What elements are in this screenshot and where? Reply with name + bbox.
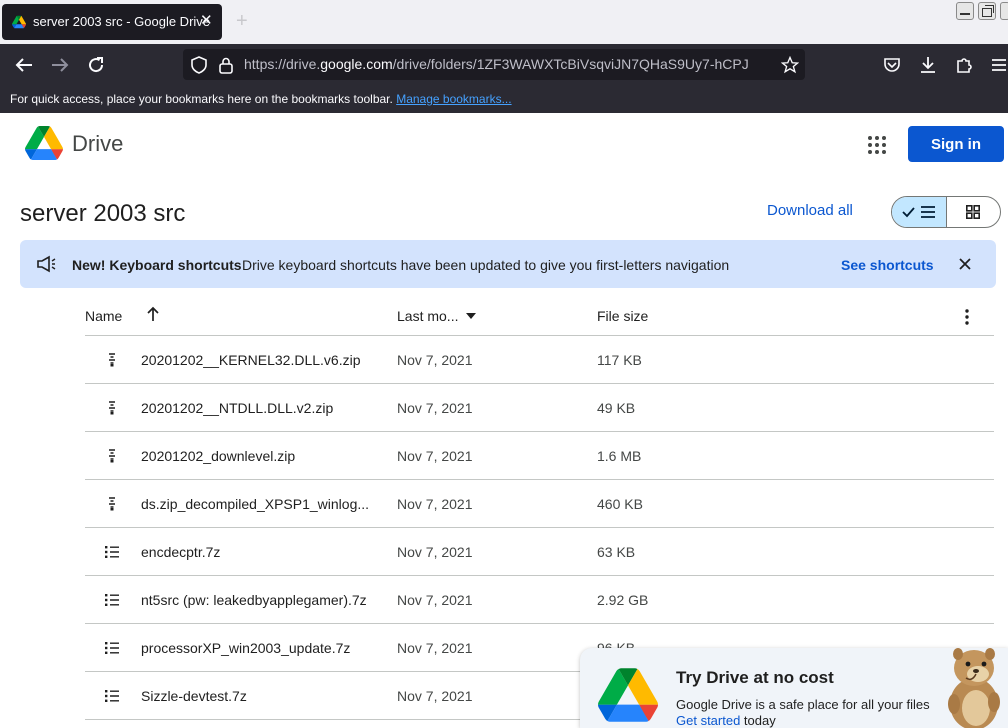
file-size: 1.6 MB bbox=[597, 448, 642, 464]
file-name[interactable]: nt5src (pw: leakedbyapplegamer).7z bbox=[141, 592, 367, 608]
tab-close-icon[interactable]: ✕ bbox=[200, 11, 213, 29]
file-name[interactable]: 20201202__NTDLL.DLL.v2.zip bbox=[141, 400, 333, 416]
column-header-name[interactable]: Name bbox=[85, 308, 122, 324]
file-modified-date: Nov 7, 2021 bbox=[397, 592, 473, 608]
file-name[interactable]: 20201202__KERNEL32.DLL.v6.zip bbox=[141, 352, 361, 368]
banner-heading: New! Keyboard shortcuts bbox=[72, 257, 242, 273]
file-modified-date: Nov 7, 2021 bbox=[397, 448, 473, 464]
sign-in-button[interactable]: Sign in bbox=[908, 126, 1004, 162]
get-started-link[interactable]: Get started bbox=[676, 713, 740, 728]
hamster-mascot-image bbox=[948, 648, 1000, 728]
reload-icon[interactable] bbox=[84, 44, 108, 86]
promo-body: Google Drive is a safe place for all you… bbox=[676, 697, 930, 712]
archive-list-icon bbox=[104, 545, 120, 559]
file-modified-date: Nov 7, 2021 bbox=[397, 496, 473, 512]
url-text[interactable]: https://drive.google.com/drive/folders/1… bbox=[244, 56, 749, 72]
file-modified-date: Nov 7, 2021 bbox=[397, 688, 473, 704]
row-divider bbox=[85, 431, 994, 432]
close-icon[interactable] bbox=[955, 254, 975, 274]
row-divider bbox=[85, 527, 994, 528]
close-window-button[interactable] bbox=[1000, 2, 1008, 20]
file-size: 63 KB bbox=[597, 544, 636, 560]
row-divider bbox=[85, 479, 994, 480]
file-name[interactable]: 20201202_downlevel.zip bbox=[141, 448, 295, 464]
zip-icon bbox=[104, 353, 120, 367]
file-size: 49 KB bbox=[597, 400, 636, 416]
column-header-file-size[interactable]: File size bbox=[597, 308, 648, 324]
url-path: /drive/folders/1ZF3WAWXTcBiVsqviJN7QHaS9… bbox=[392, 56, 749, 72]
row-divider bbox=[85, 383, 994, 384]
promo-title: Try Drive at no cost bbox=[676, 668, 834, 687]
menu-hamburger-icon[interactable] bbox=[990, 44, 1008, 86]
drive-favicon-icon bbox=[12, 15, 26, 29]
list-view-button[interactable] bbox=[892, 197, 947, 227]
extensions-puzzle-icon[interactable] bbox=[952, 44, 976, 86]
column-header-last-modified[interactable]: Last mo... bbox=[397, 308, 458, 324]
forward-arrow-icon[interactable] bbox=[48, 44, 72, 86]
downloads-icon[interactable] bbox=[916, 44, 940, 86]
bookmark-star-icon[interactable] bbox=[779, 44, 801, 86]
file-modified-date: Nov 7, 2021 bbox=[397, 544, 473, 560]
file-modified-date: Nov 7, 2021 bbox=[397, 352, 473, 368]
file-name[interactable]: ds.zip_decompiled_XPSP1_winlog... bbox=[141, 496, 369, 512]
file-size: 460 KB bbox=[597, 496, 643, 512]
sort-up-arrow-icon[interactable] bbox=[146, 306, 160, 322]
file-name[interactable]: encdecptr.7z bbox=[141, 544, 220, 560]
zip-icon bbox=[104, 497, 120, 511]
archive-list-icon bbox=[104, 689, 120, 703]
tab-title: server 2003 src - Google Drive bbox=[33, 14, 211, 29]
browser-tab[interactable]: server 2003 src - Google Drive ✕ bbox=[2, 4, 222, 40]
download-all-button[interactable]: Download all bbox=[767, 202, 853, 219]
pocket-icon[interactable] bbox=[880, 44, 904, 86]
archive-list-icon bbox=[104, 593, 120, 607]
promo-cta-line: Get started today bbox=[676, 713, 776, 728]
archive-list-icon bbox=[104, 641, 120, 655]
minimize-window-button[interactable] bbox=[956, 2, 974, 20]
row-divider bbox=[85, 575, 994, 576]
manage-bookmarks-link[interactable]: Manage bookmarks... bbox=[396, 92, 511, 106]
drive-logo-icon[interactable] bbox=[25, 126, 63, 160]
checkmark-list-icon bbox=[902, 206, 935, 218]
header-divider bbox=[85, 335, 994, 336]
google-apps-grid-icon[interactable] bbox=[866, 134, 888, 156]
file-name[interactable]: Sizzle-devtest.7z bbox=[141, 688, 247, 704]
restore-window-button[interactable] bbox=[978, 2, 996, 20]
file-modified-date: Nov 7, 2021 bbox=[397, 400, 473, 416]
folder-title: server 2003 src bbox=[20, 200, 186, 227]
megaphone-icon bbox=[37, 255, 56, 273]
url-domain: google.com bbox=[320, 56, 393, 72]
file-size: 117 KB bbox=[597, 352, 642, 368]
new-tab-plus-icon[interactable]: + bbox=[236, 10, 248, 33]
file-name[interactable]: processorXP_win2003_update.7z bbox=[141, 640, 350, 656]
zip-icon bbox=[104, 401, 120, 415]
drive-logo-icon bbox=[598, 668, 658, 722]
grid-icon bbox=[966, 205, 980, 219]
file-modified-date: Nov 7, 2021 bbox=[397, 640, 473, 656]
more-options-vertical-icon[interactable] bbox=[960, 308, 974, 326]
url-prefix: https://drive. bbox=[244, 56, 321, 72]
sort-dropdown-caret-icon[interactable] bbox=[466, 313, 476, 319]
file-size: 2.92 GB bbox=[597, 592, 649, 608]
lock-icon[interactable] bbox=[216, 44, 236, 86]
view-toggle bbox=[891, 196, 1001, 228]
bookmarks-hint: For quick access, place your bookmarks h… bbox=[10, 92, 512, 106]
promo-cta-suffix: today bbox=[740, 713, 776, 728]
see-shortcuts-link[interactable]: See shortcuts bbox=[841, 257, 934, 273]
zip-icon bbox=[104, 449, 120, 463]
drive-product-name[interactable]: Drive bbox=[72, 131, 123, 157]
bookmarks-hint-text: For quick access, place your bookmarks h… bbox=[10, 92, 393, 106]
banner-message: Drive keyboard shortcuts have been updat… bbox=[242, 257, 730, 273]
tracking-shield-icon[interactable] bbox=[188, 44, 210, 86]
back-arrow-icon[interactable] bbox=[12, 44, 36, 86]
row-divider bbox=[85, 623, 994, 624]
grid-view-button[interactable] bbox=[947, 197, 1000, 227]
